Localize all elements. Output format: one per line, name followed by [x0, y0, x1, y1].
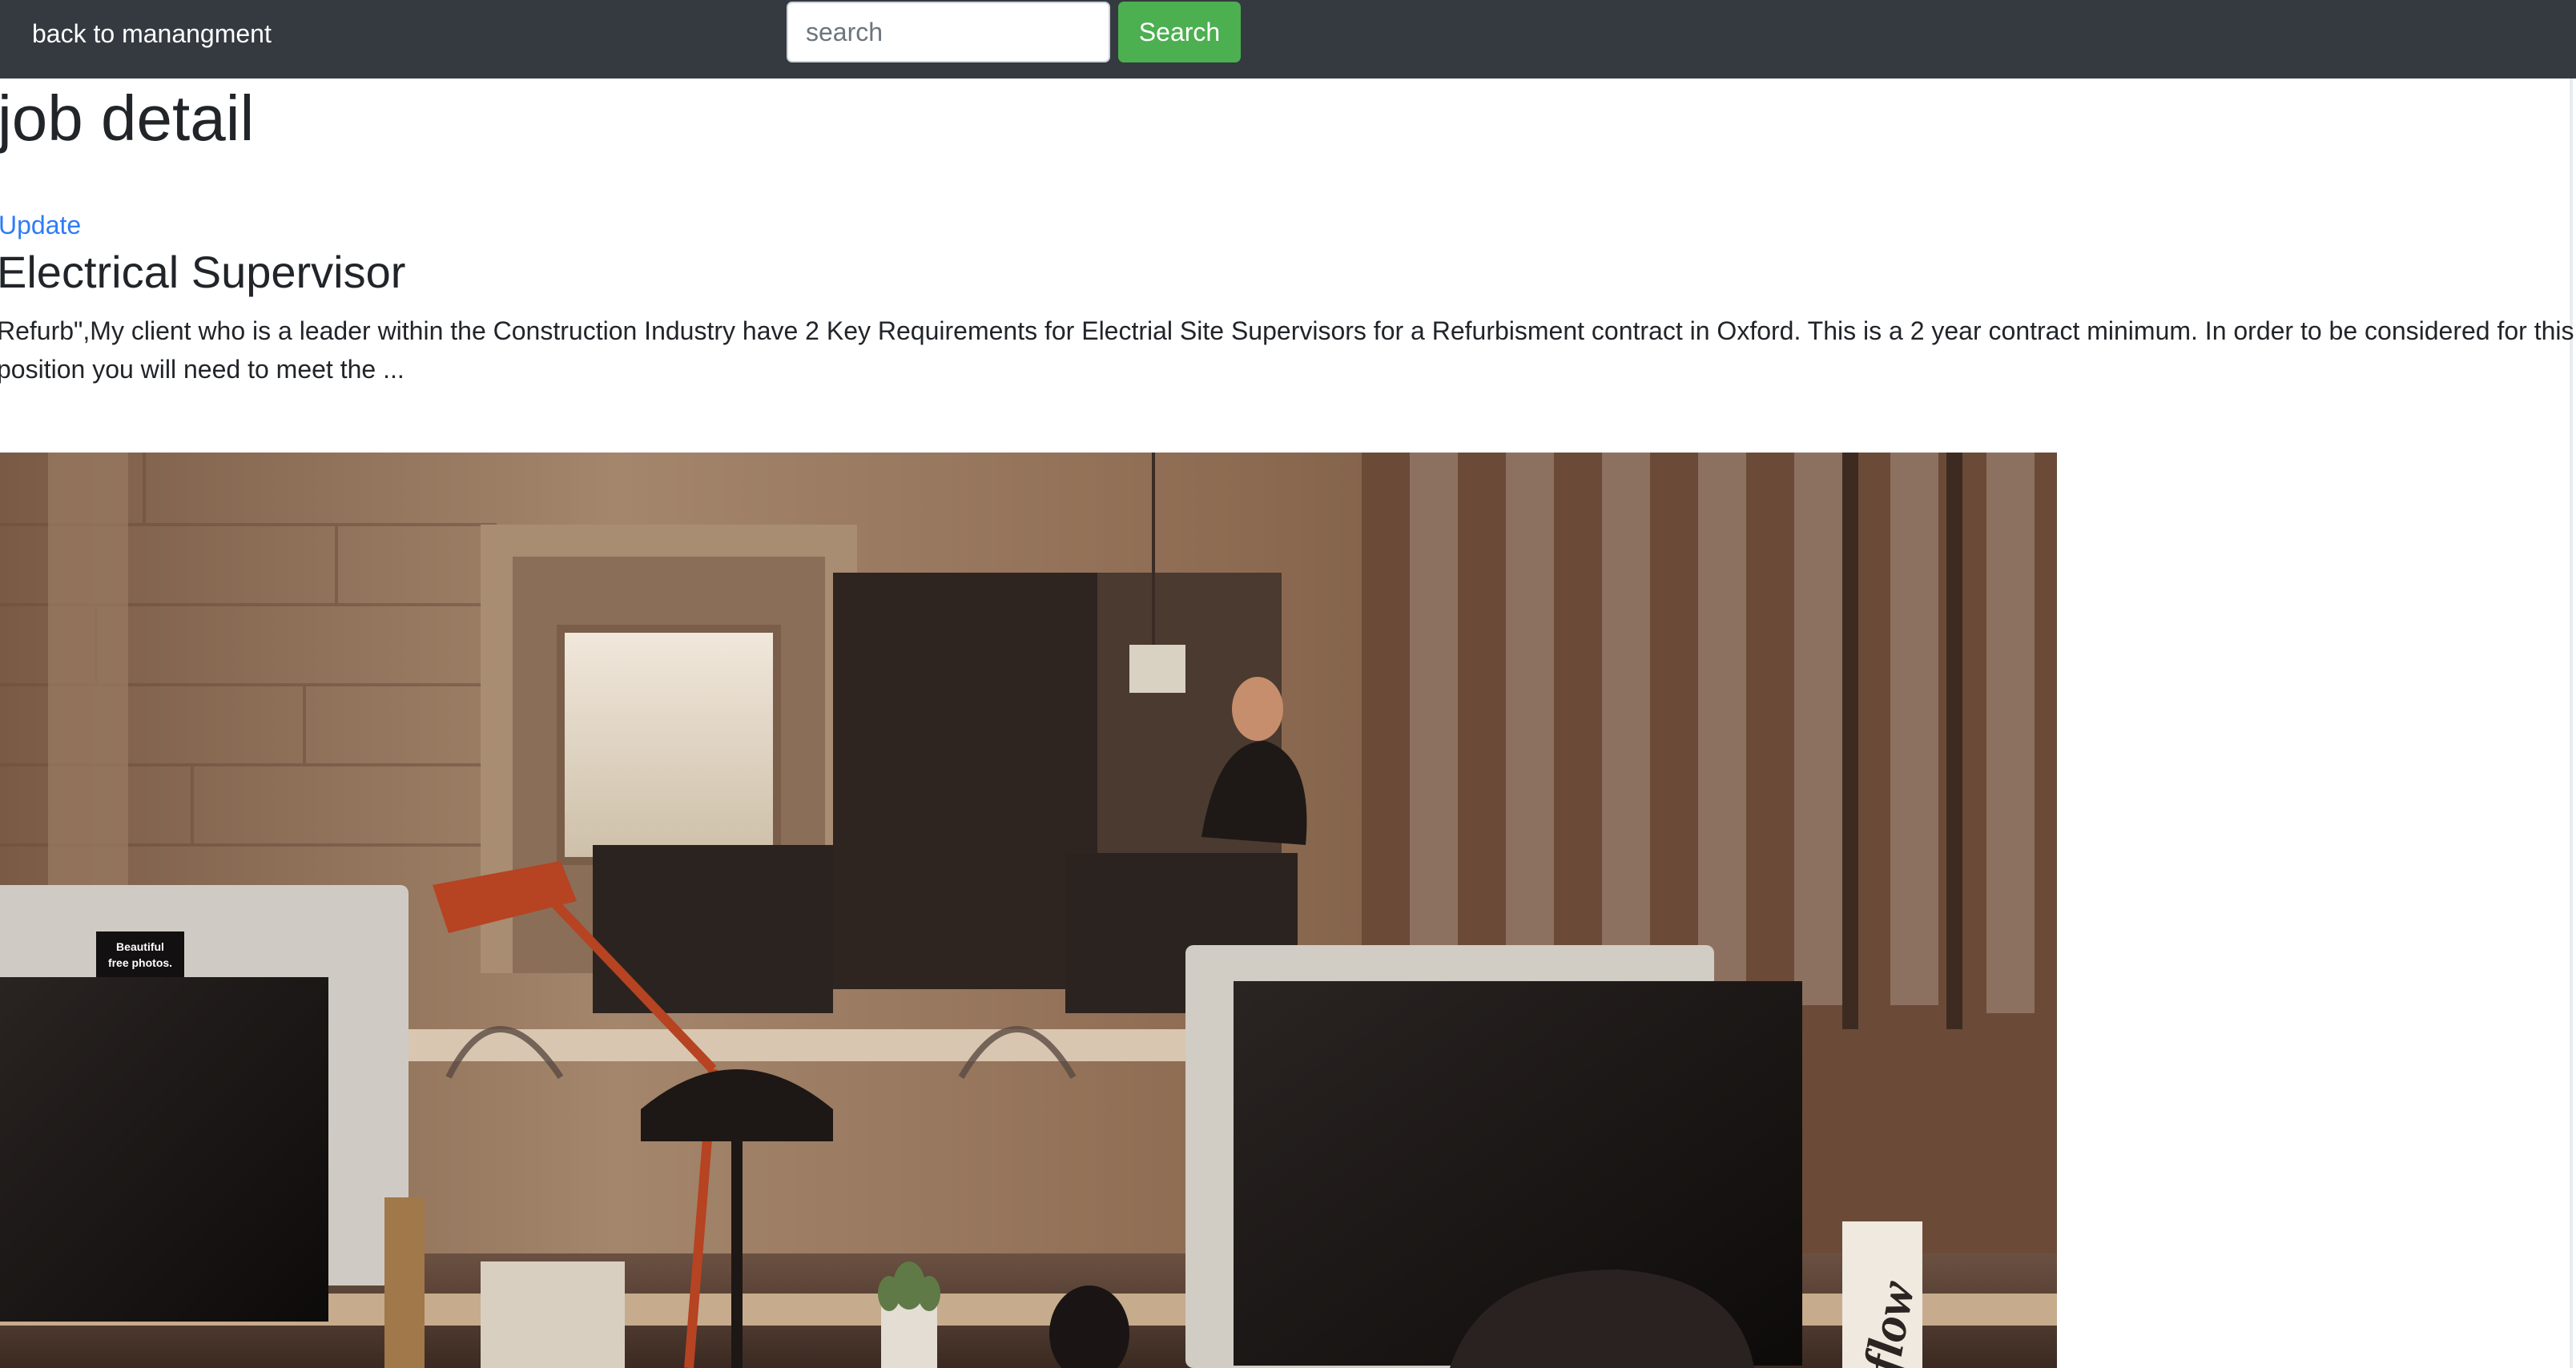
photo-sticker-line2: free photos.	[108, 956, 172, 969]
job-photo-office: Beautiful free photos. flow	[0, 453, 2057, 1368]
job-description: Refurb",My client who is a leader within…	[0, 316, 2574, 384]
back-to-management-link[interactable]: back to manangment	[32, 19, 272, 48]
search-input[interactable]	[787, 2, 1110, 62]
page-title: job detail	[0, 82, 255, 154]
search-button[interactable]: Search	[1118, 2, 1241, 62]
page-edge-divider	[2570, 78, 2573, 1368]
top-navbar: back to manangment Search	[0, 0, 2576, 78]
photo-sticker-line1: Beautiful	[116, 940, 164, 953]
job-title: Electrical Supervisor	[0, 247, 406, 297]
update-link[interactable]: Update	[0, 209, 81, 241]
